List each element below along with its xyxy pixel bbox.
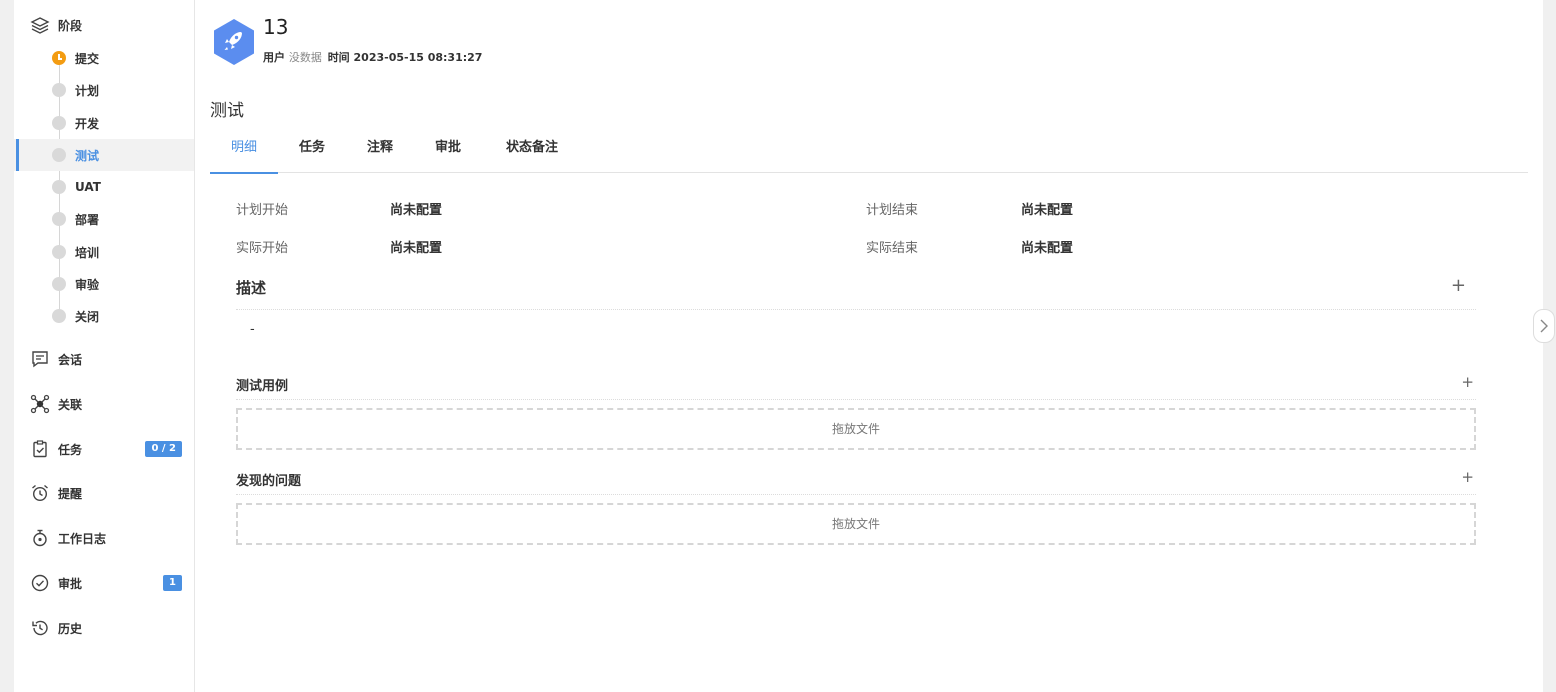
user-label: 用户 (263, 51, 285, 64)
stage-dot (52, 277, 66, 291)
stage-dot (52, 309, 66, 323)
issues-title: 发现的问题 (236, 474, 302, 489)
add-issue-icon[interactable]: + (1461, 468, 1474, 486)
clipboard-icon (33, 440, 47, 458)
network-icon (30, 394, 50, 414)
sidebar-item-label: 工作日志 (58, 531, 107, 546)
test-cases-header: 测试用例 + (236, 373, 1476, 400)
record-meta: 用户 没数据 时间 2023-05-15 08:31:27 (263, 49, 482, 65)
tab-approval[interactable]: 审批 (426, 128, 470, 173)
stage-dot (52, 116, 66, 130)
description-title: 描述 (236, 279, 267, 297)
check-circle-icon (31, 574, 49, 592)
stage-training[interactable]: 培训 (14, 236, 194, 268)
right-gutter (1543, 0, 1556, 692)
add-description-icon[interactable]: + (1451, 275, 1466, 296)
tab-notes[interactable]: 注释 (358, 128, 402, 173)
time-label: 时间 (327, 51, 350, 64)
actual-start-value: 尚未配置 (390, 241, 443, 256)
tab-bar: 明细 任务 注释 审批 状态备注 (210, 128, 1528, 174)
sidebar: 阶段 提交 计划 开发 测试 UAT 部署 培训 审验 关闭 会话 关联 任务 … (14, 0, 195, 692)
sidebar-item-label: 提醒 (58, 486, 83, 501)
actual-start-label: 实际开始 (236, 241, 289, 256)
stage-label: 培训 (75, 245, 100, 260)
approval-count-badge: 1 (163, 575, 182, 591)
stage-close[interactable]: 关闭 (14, 300, 194, 332)
sidebar-item-label: 任务 (58, 442, 83, 457)
stage-label: 测试 (75, 148, 100, 163)
stage-label: 部署 (75, 212, 100, 227)
actual-end-value: 尚未配置 (1021, 241, 1074, 256)
stage-dot (52, 212, 66, 226)
stage-deploy[interactable]: 部署 (14, 203, 194, 235)
stage-test[interactable]: 测试 (14, 139, 194, 171)
stage-dot (52, 83, 66, 97)
alarm-clock-icon (32, 484, 48, 502)
sidebar-item-label: 历史 (58, 621, 83, 636)
main-panel: 13 用户 没数据 时间 2023-05-15 08:31:27 测试 明细 任… (195, 0, 1543, 692)
clock-icon (52, 51, 66, 65)
stopwatch-icon (33, 529, 47, 547)
sidebar-item-history[interactable]: 历史 (30, 616, 190, 640)
sidebar-item-approval[interactable]: 审批 1 (30, 571, 196, 595)
chat-icon (32, 351, 48, 368)
test-cases-title: 测试用例 (236, 379, 289, 394)
sidebar-item-tasks[interactable]: 任务 0 / 2 (30, 437, 196, 461)
plan-start-value: 尚未配置 (390, 203, 443, 218)
page-title: 13 (263, 15, 289, 39)
stage-dev[interactable]: 开发 (14, 107, 194, 139)
left-gutter (0, 0, 14, 692)
description-header: 描述 + (236, 275, 1476, 310)
tasks-count-badge: 0 / 2 (145, 441, 182, 457)
sidebar-item-label: 会话 (58, 352, 83, 367)
sidebar-item-label: 关联 (58, 397, 83, 412)
stages-label: 阶段 (58, 18, 83, 33)
stage-dot (52, 148, 66, 162)
sidebar-item-relations[interactable]: 关联 (30, 392, 190, 416)
sidebar-item-label: 审批 (58, 576, 83, 591)
issues-header: 发现的问题 + (236, 468, 1476, 495)
stage-label: 提交 (75, 51, 100, 66)
layers-icon (30, 17, 50, 34)
plan-end-value: 尚未配置 (1021, 203, 1074, 218)
rocket-icon (214, 19, 254, 65)
stage-title: 测试 (210, 101, 244, 121)
stage-plan[interactable]: 计划 (14, 74, 194, 106)
actual-end-label: 实际结束 (866, 241, 919, 256)
add-test-case-icon[interactable]: + (1461, 373, 1474, 391)
issues-dropzone[interactable]: 拖放文件 (236, 503, 1476, 545)
time-value: 2023-05-15 08:31:27 (353, 51, 483, 64)
stage-review[interactable]: 审验 (14, 268, 194, 300)
history-icon (32, 620, 48, 636)
test-cases-dropzone[interactable]: 拖放文件 (236, 408, 1476, 450)
expand-panel-button[interactable] (1533, 309, 1555, 343)
stage-label: 开发 (75, 116, 100, 131)
stage-dot (52, 180, 66, 194)
stage-dot (52, 245, 66, 259)
tab-tasks[interactable]: 任务 (290, 128, 334, 173)
plan-start-label: 计划开始 (236, 203, 289, 218)
stage-submit[interactable]: 提交 (14, 42, 194, 74)
tab-status-notes[interactable]: 状态备注 (496, 128, 568, 173)
tab-details[interactable]: 明细 (210, 128, 278, 174)
sidebar-item-chat[interactable]: 会话 (30, 347, 190, 371)
stage-uat[interactable]: UAT (14, 171, 194, 203)
stage-label: 审验 (75, 277, 100, 292)
stage-label: 计划 (75, 83, 100, 98)
stage-label: 关闭 (75, 309, 100, 324)
stage-label: UAT (75, 180, 101, 194)
sidebar-item-reminders[interactable]: 提醒 (30, 481, 190, 505)
sidebar-item-worklog[interactable]: 工作日志 (30, 526, 190, 550)
user-value: 没数据 (288, 51, 322, 64)
description-value: - (250, 322, 255, 337)
chevron-right-icon (1540, 319, 1548, 333)
plan-end-label: 计划结束 (866, 203, 919, 218)
sidebar-stages-header[interactable]: 阶段 (30, 13, 82, 37)
